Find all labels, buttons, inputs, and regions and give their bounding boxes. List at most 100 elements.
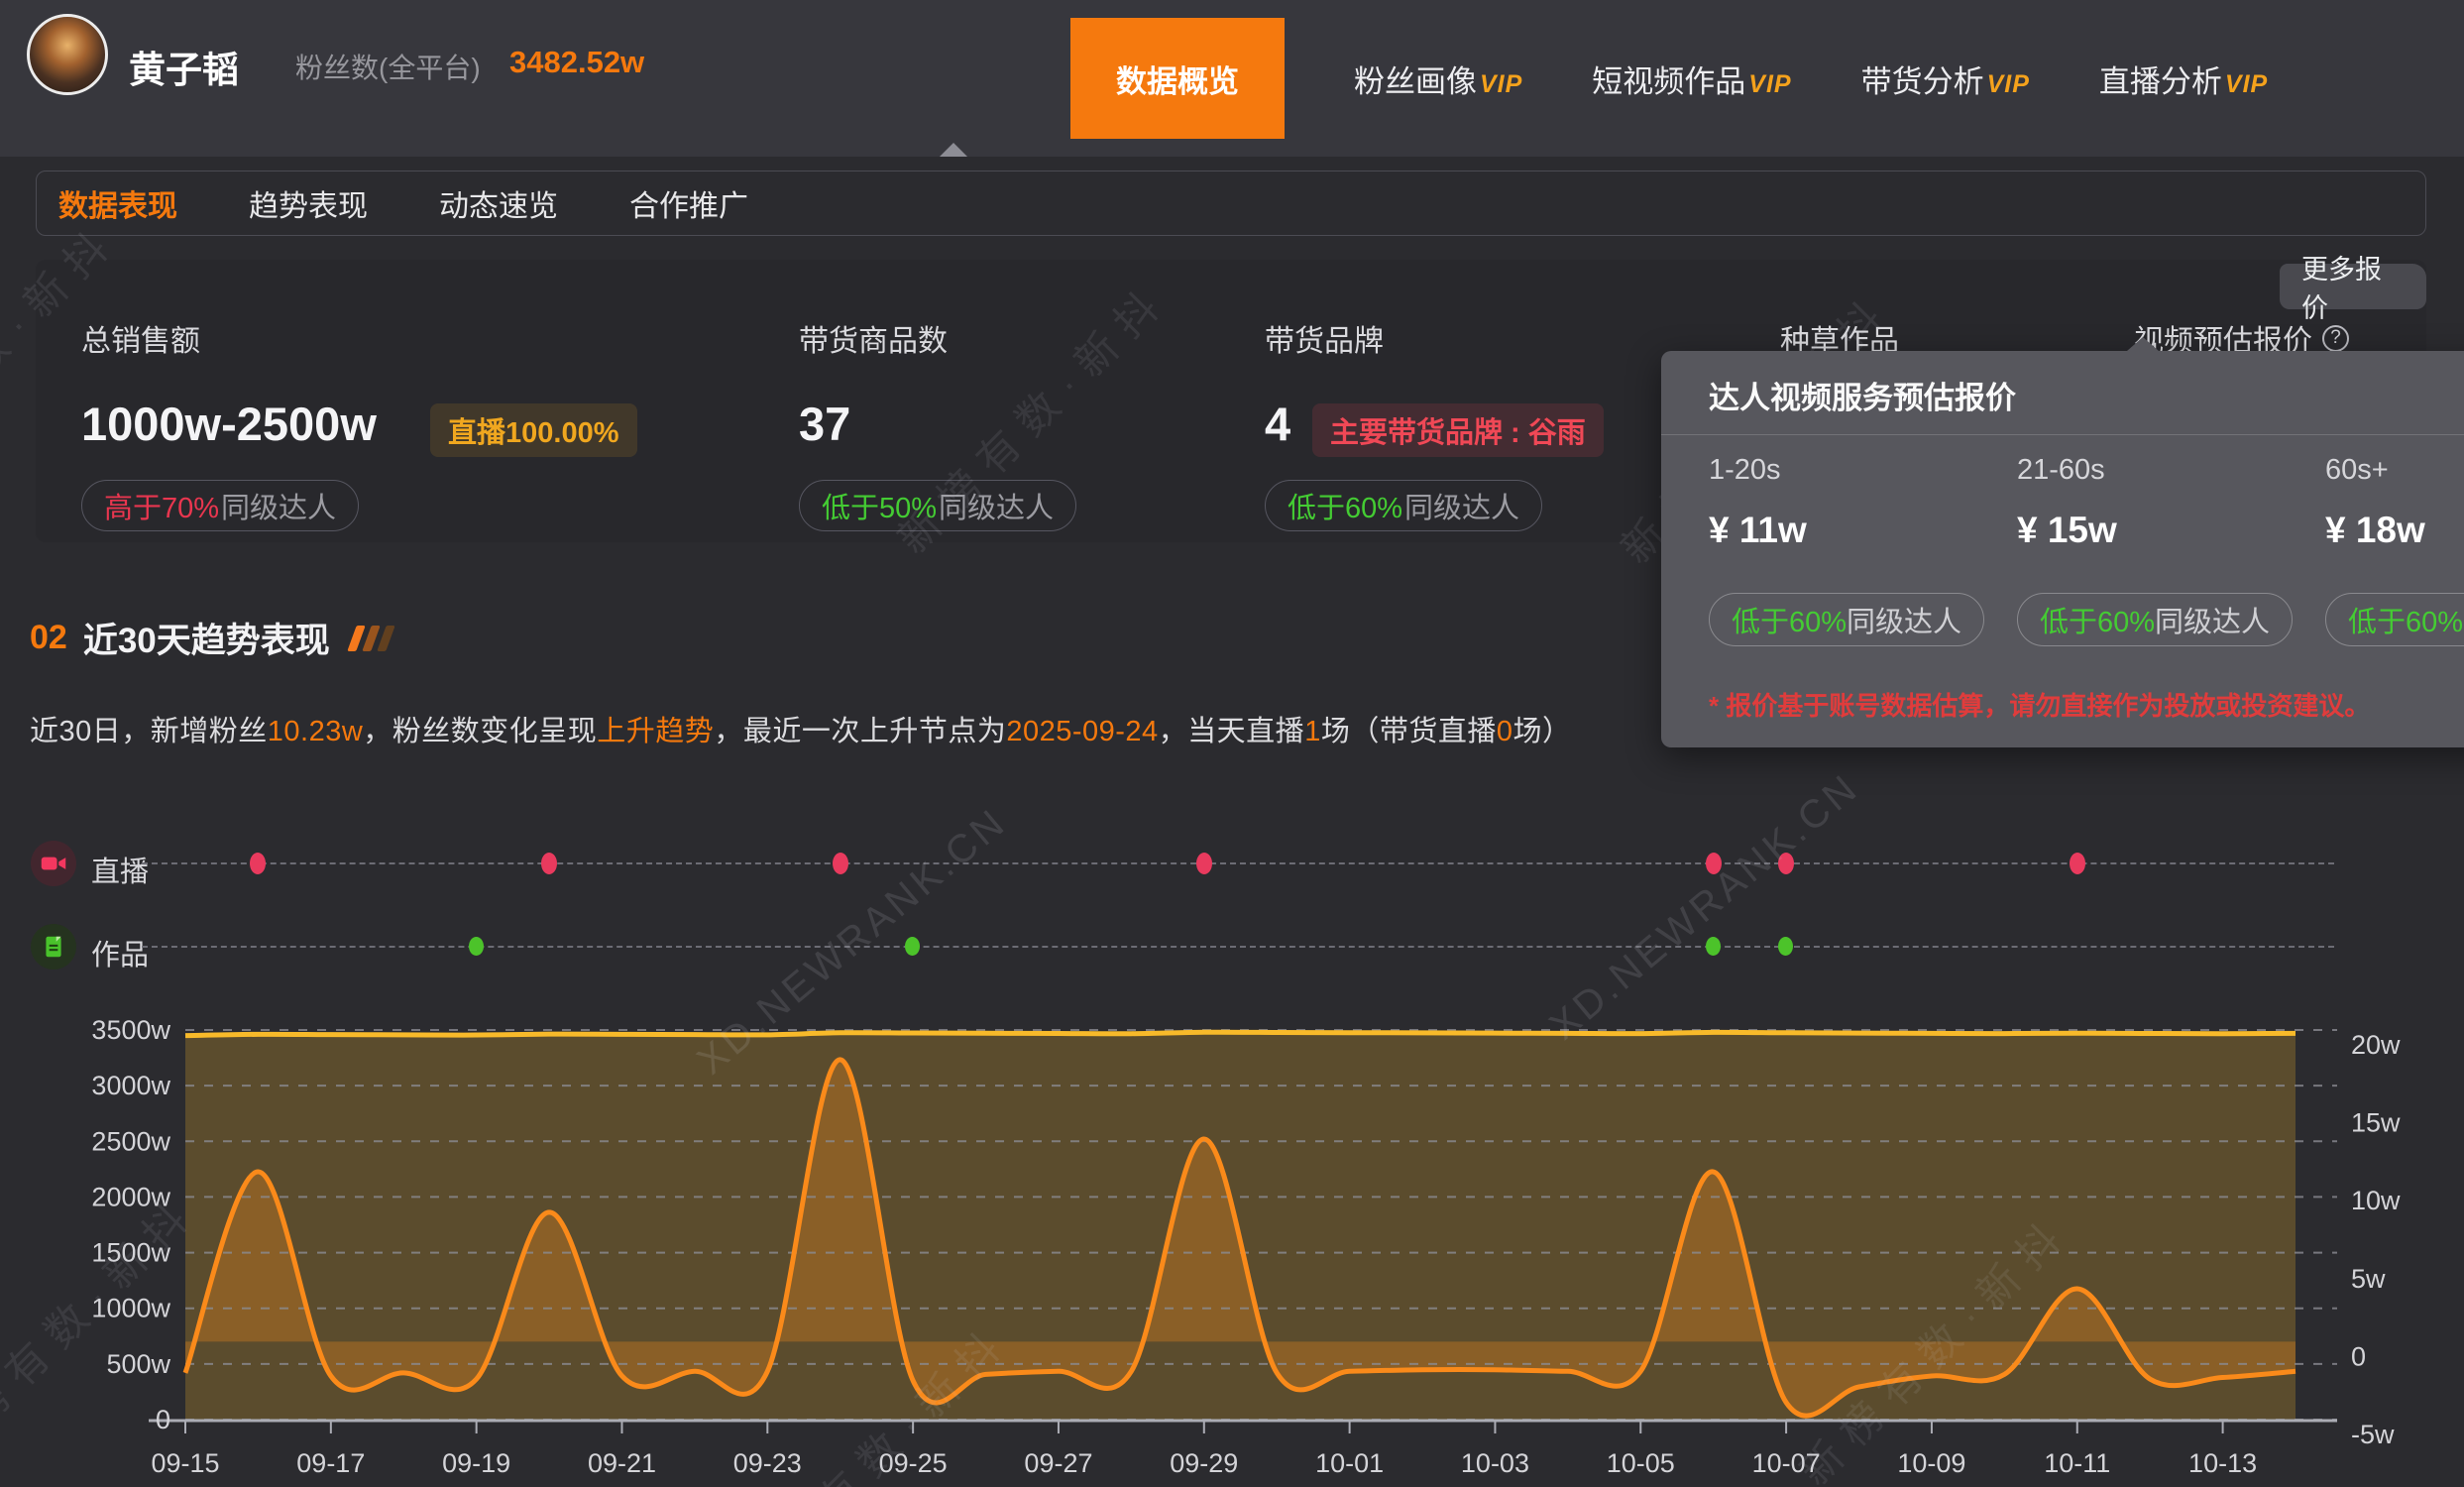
svg-text:09-21: 09-21 bbox=[588, 1448, 656, 1478]
tab-fans-profile[interactable]: 粉丝画像 VIP bbox=[1354, 57, 1522, 101]
vip-badge: VIP bbox=[2224, 69, 2269, 98]
tab-live-analysis[interactable]: 直播分析 VIP bbox=[2099, 57, 2268, 101]
peer-compare-pill: 低于60%同级达人 bbox=[1265, 480, 1543, 531]
svg-text:2500w: 2500w bbox=[91, 1126, 170, 1156]
svg-text:09-29: 09-29 bbox=[1170, 1448, 1238, 1478]
fans-count-value: 3482.52w bbox=[509, 45, 645, 79]
works-dot bbox=[1705, 937, 1721, 956]
tab-data-overview[interactable]: 数据概览 bbox=[1070, 18, 1285, 139]
peer-compare-pill: 低于60%同级达人 bbox=[1709, 593, 1985, 646]
svg-text:09-17: 09-17 bbox=[296, 1448, 365, 1478]
tab-short-videos[interactable]: 短视频作品 VIP bbox=[1592, 57, 1791, 101]
quote-duration: 60s+ bbox=[2325, 454, 2389, 486]
quote-disclaimer: * 报价基于账号数据估算，请勿直接作为投放或投资建议。 bbox=[1709, 691, 2371, 721]
svg-text:500w: 500w bbox=[106, 1349, 170, 1379]
svg-text:10-13: 10-13 bbox=[2188, 1448, 2257, 1478]
svg-text:1000w: 1000w bbox=[91, 1294, 170, 1323]
popup-caret-icon bbox=[2127, 337, 2159, 351]
live-dot bbox=[1195, 853, 1212, 874]
more-quotes-button[interactable]: 更多报价 bbox=[2280, 255, 2426, 323]
svg-text:10-11: 10-11 bbox=[2044, 1448, 2110, 1478]
live-timeline bbox=[142, 862, 2334, 864]
slashes-icon bbox=[347, 625, 395, 651]
svg-text:10-01: 10-01 bbox=[1315, 1448, 1384, 1478]
svg-text:09-27: 09-27 bbox=[1024, 1448, 1092, 1478]
works-row-label: 作品 bbox=[91, 940, 150, 972]
peer-compare-pill: 低于50% 同级达人 bbox=[799, 480, 1077, 531]
trend-chart: 09-15 09-17 09-19 09-21 09-23 09-25 09-27 09-29… bbox=[91, 1015, 2401, 1478]
help-icon[interactable] bbox=[2322, 324, 2349, 352]
popup-divider bbox=[1661, 434, 2464, 435]
section-title: 近30天趋势表现 bbox=[82, 622, 330, 660]
live-dot bbox=[832, 853, 848, 874]
subtab-trend-performance[interactable]: 趋势表现 bbox=[249, 181, 368, 225]
svg-text:10-05: 10-05 bbox=[1607, 1448, 1675, 1478]
video-quote-popup: 达人视频服务预估报价 1-20s ¥ 11w 低于60% 同级达人 21-60s … bbox=[1661, 337, 2464, 747]
svg-text:20w: 20w bbox=[2351, 1030, 2401, 1060]
svg-text:0: 0 bbox=[156, 1405, 170, 1434]
live-icon bbox=[31, 841, 76, 886]
svg-text:10-03: 10-03 bbox=[1461, 1448, 1529, 1478]
header-bar: 黄子韬 粉丝数(全平台) 3482.52w 数据概览 粉丝画像 VIP 短视频作品… bbox=[0, 0, 2464, 157]
subtab-cooperation-promo[interactable]: 合作推广 bbox=[629, 181, 748, 225]
section-number: 02 bbox=[30, 619, 67, 656]
creator-name: 黄子韬 bbox=[129, 50, 239, 90]
works-dot bbox=[468, 937, 484, 956]
stat-value: 1000w-2500w bbox=[81, 398, 377, 450]
popup-title: 达人视频服务预估报价 bbox=[1709, 381, 2016, 415]
works-icon bbox=[31, 924, 76, 970]
live-dot bbox=[541, 853, 558, 874]
svg-text:-5w: -5w bbox=[2351, 1420, 2395, 1449]
subtab-data-performance[interactable]: 数据表现 bbox=[58, 181, 177, 225]
peer-compare-pill: 低于60%同级达人 bbox=[2017, 593, 2294, 646]
svg-text:10w: 10w bbox=[2351, 1186, 2401, 1215]
live-dot bbox=[250, 853, 267, 874]
tab-commerce-analysis[interactable]: 带货分析 VIP bbox=[1861, 57, 2030, 101]
peer-compare-pill: 高于70% 同级达人 bbox=[81, 480, 360, 531]
svg-text:10-09: 10-09 bbox=[1897, 1448, 1965, 1478]
works-dot bbox=[1778, 937, 1794, 956]
app: 黄子韬 粉丝数(全平台) 3482.52w 数据概览 粉丝画像 VIP 短视频作品… bbox=[0, 0, 2464, 1487]
quote-price: ¥ 11w bbox=[1709, 510, 1807, 550]
svg-text:2000w: 2000w bbox=[91, 1182, 170, 1211]
svg-text:09-19: 09-19 bbox=[442, 1448, 510, 1478]
stat-label: 总销售额 bbox=[81, 325, 200, 358]
svg-text:09-25: 09-25 bbox=[879, 1448, 948, 1478]
svg-text:3000w: 3000w bbox=[91, 1071, 170, 1100]
tab-data-overview-label: 数据概览 bbox=[1116, 63, 1239, 99]
svg-text:1500w: 1500w bbox=[91, 1238, 170, 1268]
svg-text:10-07: 10-07 bbox=[1752, 1448, 1821, 1478]
svg-text:09-23: 09-23 bbox=[733, 1448, 802, 1478]
vip-badge: VIP bbox=[1748, 69, 1792, 98]
stat-value: 37 bbox=[799, 398, 851, 450]
svg-text:3500w: 3500w bbox=[91, 1015, 170, 1045]
section-trend-heading: 02 近30天趋势表现 bbox=[30, 613, 395, 663]
vip-badge: VIP bbox=[1480, 69, 1523, 98]
live-dot bbox=[2069, 853, 2085, 874]
quote-price: ¥ 18w bbox=[2325, 510, 2425, 550]
svg-text:0: 0 bbox=[2351, 1341, 2366, 1371]
main-brand-badge: 主要带货品牌 : 谷雨 bbox=[1312, 403, 1604, 457]
svg-text:15w: 15w bbox=[2351, 1108, 2401, 1138]
live-row-label: 直播 bbox=[91, 857, 150, 888]
live-dot bbox=[1705, 853, 1722, 874]
works-dot bbox=[905, 937, 921, 956]
peer-compare-pill: 低于60%同级达人 bbox=[2325, 593, 2464, 646]
quote-price: ¥ 15w bbox=[2017, 510, 2117, 550]
live-dot bbox=[1778, 853, 1795, 874]
avatar[interactable] bbox=[27, 14, 108, 95]
main-nav: 数据概览 粉丝画像 VIP 短视频作品 VIP 带货分析 VIP 直播分析 VIP bbox=[1070, 0, 2268, 157]
trend-summary-text: 近30日，新增粉丝10.23w，粉丝数变化呈现上升趋势，最近一次上升节点为202… bbox=[30, 716, 1572, 747]
quote-duration: 1-20s bbox=[1709, 454, 1781, 486]
vip-badge: VIP bbox=[1986, 69, 2030, 98]
quote-duration: 21-60s bbox=[2017, 454, 2105, 486]
live-share-badge: 直播100.00% bbox=[430, 403, 637, 457]
svg-text:09-15: 09-15 bbox=[151, 1448, 219, 1478]
svg-text:5w: 5w bbox=[2351, 1264, 2386, 1294]
stat-label: 带货品牌 bbox=[1265, 325, 1384, 358]
stat-value: 4 bbox=[1265, 398, 1291, 450]
stat-label: 带货商品数 bbox=[799, 325, 948, 358]
subtab-bar: 数据表现 趋势表现 动态速览 合作推广 bbox=[36, 171, 2426, 236]
subtab-activity-overview[interactable]: 动态速览 bbox=[439, 181, 558, 225]
panel-caret-icon bbox=[940, 143, 967, 157]
